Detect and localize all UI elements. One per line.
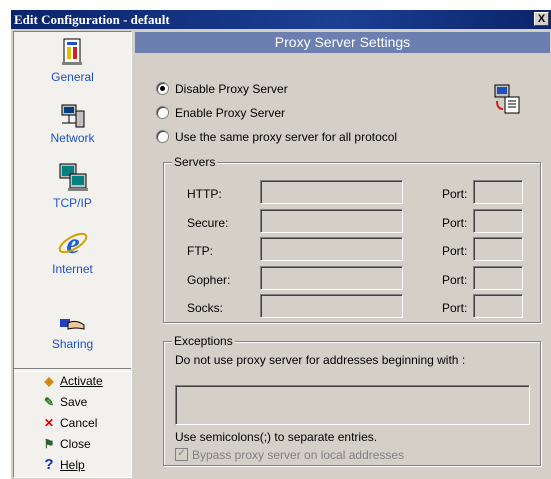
window-title: Edit Configuration - default bbox=[14, 12, 170, 27]
http-port-label: Port: bbox=[442, 187, 468, 201]
svg-text:e: e bbox=[66, 227, 79, 260]
checkbox-checked-icon: ✓ bbox=[175, 448, 188, 462]
save-button[interactable]: ✎ Save bbox=[40, 393, 87, 411]
servers-legend: Servers bbox=[172, 155, 218, 169]
ftp-port-label: Port: bbox=[442, 244, 468, 258]
gopher-port-label: Port: bbox=[442, 273, 468, 287]
secure-port-input[interactable] bbox=[473, 209, 523, 233]
gopher-port-input[interactable] bbox=[473, 266, 523, 290]
general-icon bbox=[61, 38, 82, 65]
sidebar-item-sharing[interactable]: Sharing bbox=[14, 315, 131, 351]
http-port-input[interactable] bbox=[473, 180, 523, 204]
enable-proxy-radio[interactable]: Enable Proxy Server bbox=[156, 105, 285, 121]
same-proxy-radio[interactable]: Use the same proxy server for all protoc… bbox=[156, 129, 397, 145]
window-close-button[interactable]: X bbox=[534, 12, 549, 26]
sidebar-item-label: Sharing bbox=[51, 337, 94, 351]
activate-button[interactable]: ◈ Activate bbox=[40, 372, 103, 390]
network-icon bbox=[61, 104, 84, 128]
proxy-settings-icon bbox=[494, 84, 520, 114]
help-label: Help bbox=[60, 458, 85, 472]
disable-proxy-label: Disable Proxy Server bbox=[175, 82, 288, 96]
exceptions-description: Do not use proxy server for addresses be… bbox=[175, 353, 466, 367]
socks-port-label: Port: bbox=[442, 301, 468, 315]
radio-selected-indicator bbox=[156, 82, 169, 96]
save-label: Save bbox=[60, 395, 88, 409]
activate-label: Activate bbox=[60, 374, 103, 388]
sharing-hand-icon bbox=[59, 319, 84, 330]
ftp-host-input[interactable] bbox=[260, 237, 403, 261]
title-bar: Edit Configuration - default X bbox=[11, 10, 551, 29]
edit-configuration-window: Edit Configuration - default X General N… bbox=[10, 9, 551, 479]
computer-icon bbox=[59, 163, 88, 191]
cancel-label: Cancel bbox=[60, 416, 98, 430]
cancel-button[interactable]: ✕ Cancel bbox=[40, 414, 97, 432]
exceptions-hint: Use semicolons(;) to separate entries. bbox=[175, 430, 378, 444]
same-proxy-label: Use the same proxy server for all protoc… bbox=[175, 130, 398, 144]
sidebar-item-general[interactable]: General bbox=[14, 36, 131, 84]
radio-indicator bbox=[156, 106, 169, 120]
cancel-icon: ✕ bbox=[43, 416, 55, 430]
close-icon: ⚑ bbox=[43, 437, 55, 451]
socks-host-input[interactable] bbox=[260, 294, 403, 318]
page-title: Proxy Server Settings bbox=[135, 32, 550, 53]
close-label: Close bbox=[60, 437, 91, 451]
gopher-label: Gopher: bbox=[187, 273, 231, 287]
gopher-host-input[interactable] bbox=[260, 266, 403, 290]
socks-port-input[interactable] bbox=[473, 294, 523, 318]
radio-indicator bbox=[156, 130, 169, 144]
sidebar-item-network[interactable]: Network bbox=[14, 101, 131, 145]
http-label: HTTP: bbox=[187, 187, 222, 201]
secure-port-label: Port: bbox=[442, 216, 468, 230]
socks-label: Socks: bbox=[187, 301, 224, 315]
secure-host-input[interactable] bbox=[260, 209, 403, 233]
sidebar-item-label: Network bbox=[50, 131, 95, 145]
disable-proxy-radio[interactable]: Disable Proxy Server bbox=[156, 81, 288, 97]
sidebar-item-label: Internet bbox=[52, 262, 93, 276]
internet-explorer-icon: e bbox=[58, 227, 87, 260]
sidebar-item-label: General bbox=[51, 70, 94, 84]
sidebar-item-internet[interactable]: e Internet bbox=[14, 226, 131, 276]
bypass-local-checkbox[interactable]: ✓ Bypass proxy server on local addresses bbox=[175, 447, 404, 463]
help-button[interactable]: ? Help bbox=[40, 456, 85, 474]
bypass-local-label: Bypass proxy server on local addresses bbox=[192, 448, 405, 462]
activate-icon: ◈ bbox=[44, 374, 54, 388]
close-button[interactable]: ⚑ Close bbox=[40, 435, 91, 453]
ftp-port-input[interactable] bbox=[473, 237, 523, 261]
save-icon: ✎ bbox=[43, 395, 55, 409]
sidebar-item-label: TCP/IP bbox=[53, 196, 92, 210]
ftp-label: FTP: bbox=[187, 244, 213, 258]
http-host-input[interactable] bbox=[260, 180, 403, 204]
enable-proxy-label: Enable Proxy Server bbox=[175, 106, 286, 120]
secure-label: Secure: bbox=[187, 216, 229, 230]
sidebar: General Network TCP/IP e Internet Sharin… bbox=[13, 31, 132, 478]
exceptions-input[interactable] bbox=[175, 385, 530, 425]
help-icon: ? bbox=[44, 456, 54, 473]
sidebar-item-tcpip[interactable]: TCP/IP bbox=[14, 162, 131, 210]
exceptions-legend: Exceptions bbox=[172, 334, 235, 348]
